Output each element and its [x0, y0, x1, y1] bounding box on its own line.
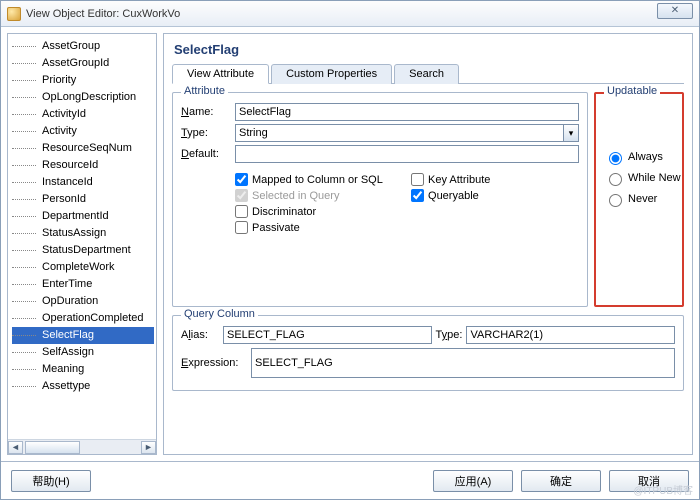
expression-field[interactable]: [251, 348, 675, 378]
tree-item[interactable]: InstanceId: [12, 174, 154, 191]
chk-queryable-label: Queryable: [428, 190, 479, 202]
radio-always-input[interactable]: [609, 152, 622, 165]
tab-search[interactable]: Search: [394, 64, 459, 84]
chk-passivate[interactable]: Passivate: [235, 221, 403, 234]
checkbox-area: Mapped to Column or SQL Key Attribute Se…: [235, 173, 579, 234]
tab-custom-properties[interactable]: Custom Properties: [271, 64, 392, 84]
alias-label: Alias:: [181, 329, 219, 341]
horizontal-scrollbar[interactable]: ◄ ►: [8, 439, 156, 454]
chk-mapped[interactable]: Mapped to Column or SQL: [235, 173, 403, 186]
chk-siq-box: [235, 189, 248, 202]
chk-disc-box[interactable]: [235, 205, 248, 218]
qtype-label: Type:: [436, 329, 463, 341]
chk-key-label: Key Attribute: [428, 174, 490, 186]
tree-item[interactable]: Meaning: [12, 361, 154, 378]
tree-item[interactable]: ResourceId: [12, 157, 154, 174]
query-column-title: Query Column: [181, 308, 258, 320]
tree-item[interactable]: SelectFlag: [12, 327, 154, 344]
watermark: @ITPUB博客: [633, 482, 693, 497]
tree-item[interactable]: OperationCompleted: [12, 310, 154, 327]
tree-item[interactable]: PersonId: [12, 191, 154, 208]
help-button[interactable]: 帮助(H): [11, 470, 91, 492]
radio-always-label: Always: [628, 151, 663, 163]
chk-pass-box[interactable]: [235, 221, 248, 234]
tree-item[interactable]: ActivityId: [12, 106, 154, 123]
tree-item[interactable]: Priority: [12, 72, 154, 89]
chk-siq-label: Selected in Query: [252, 190, 339, 202]
updatable-radios: Always While New Never: [604, 149, 674, 207]
qtype-field[interactable]: [466, 326, 675, 344]
type-field[interactable]: [235, 124, 563, 142]
tree-item[interactable]: OpLongDescription: [12, 89, 154, 106]
tree-item[interactable]: StatusAssign: [12, 225, 154, 242]
chk-selected-in-query: Selected in Query: [235, 189, 403, 202]
radio-always[interactable]: Always: [604, 149, 674, 165]
tree-item[interactable]: AssetGroupId: [12, 55, 154, 72]
name-field[interactable]: [235, 103, 579, 121]
tree-list: AssetGroupAssetGroupIdPriorityOpLongDesc…: [8, 34, 156, 399]
panel-heading: SelectFlag: [174, 42, 684, 57]
scroll-thumb[interactable]: [25, 441, 80, 454]
footer: 帮助(H) 应用(A) 确定 取消: [1, 461, 699, 499]
detail-panel: SelectFlag View Attribute Custom Propert…: [163, 33, 693, 455]
radio-whilenew-label: While New: [628, 172, 681, 184]
radio-never-label: Never: [628, 193, 657, 205]
type-label: Type:: [181, 127, 235, 139]
scroll-left-button[interactable]: ◄: [8, 441, 23, 454]
tree-panel: AssetGroupAssetGroupIdPriorityOpLongDesc…: [7, 33, 157, 455]
chk-mapped-label: Mapped to Column or SQL: [252, 174, 383, 186]
tree-item[interactable]: CompleteWork: [12, 259, 154, 276]
app-icon: [7, 7, 21, 21]
chk-key-box[interactable]: [411, 173, 424, 186]
window-title: View Object Editor: CuxWorkVo: [26, 8, 180, 20]
close-button[interactable]: ✕: [657, 3, 693, 19]
body: AssetGroupAssetGroupIdPriorityOpLongDesc…: [1, 27, 699, 461]
default-label: Default:: [181, 148, 235, 160]
chk-queryable[interactable]: Queryable: [411, 189, 579, 202]
chk-key-attribute[interactable]: Key Attribute: [411, 173, 579, 186]
chk-mapped-box[interactable]: [235, 173, 248, 186]
chk-pass-label: Passivate: [252, 222, 300, 234]
chk-disc-label: Discriminator: [252, 206, 316, 218]
attribute-group-title: Attribute: [181, 85, 228, 97]
radio-while-new[interactable]: While New: [604, 170, 674, 186]
tree-item[interactable]: StatusDepartment: [12, 242, 154, 259]
alias-field[interactable]: [223, 326, 432, 344]
window: View Object Editor: CuxWorkVo ✕ AssetGro…: [0, 0, 700, 500]
tab-bar: View Attribute Custom Properties Search: [172, 63, 684, 84]
chk-queryable-box[interactable]: [411, 189, 424, 202]
chk-discriminator[interactable]: Discriminator: [235, 205, 403, 218]
radio-never[interactable]: Never: [604, 191, 674, 207]
tree-item[interactable]: SelfAssign: [12, 344, 154, 361]
scroll-right-button[interactable]: ►: [141, 441, 156, 454]
tree-item[interactable]: EnterTime: [12, 276, 154, 293]
scroll-track[interactable]: [23, 441, 141, 454]
attribute-group: Attribute Name: Type: ▾ Default:: [172, 92, 588, 307]
apply-button[interactable]: 应用(A): [433, 470, 513, 492]
content-row: Attribute Name: Type: ▾ Default:: [172, 92, 684, 315]
chevron-down-icon[interactable]: ▾: [563, 124, 579, 142]
tree-item[interactable]: Assettype: [12, 378, 154, 395]
expression-label: Expression:: [181, 357, 247, 369]
tree-item[interactable]: ResourceSeqNum: [12, 140, 154, 157]
updatable-group-title: Updatable: [604, 85, 660, 97]
type-combobox[interactable]: ▾: [235, 124, 579, 142]
radio-never-input[interactable]: [609, 194, 622, 207]
name-label: Name:: [181, 106, 235, 118]
tree-item[interactable]: OpDuration: [12, 293, 154, 310]
tree-item[interactable]: DepartmentId: [12, 208, 154, 225]
ok-button[interactable]: 确定: [521, 470, 601, 492]
titlebar: View Object Editor: CuxWorkVo ✕: [1, 1, 699, 27]
tab-view-attribute[interactable]: View Attribute: [172, 64, 269, 84]
radio-whilenew-input[interactable]: [609, 173, 622, 186]
updatable-group: Updatable Always While New Never: [594, 92, 684, 307]
default-field[interactable]: [235, 145, 579, 163]
tree-item[interactable]: AssetGroup: [12, 38, 154, 55]
tree-item[interactable]: Activity: [12, 123, 154, 140]
query-column-group: Query Column Alias: Type: Expression:: [172, 315, 684, 391]
